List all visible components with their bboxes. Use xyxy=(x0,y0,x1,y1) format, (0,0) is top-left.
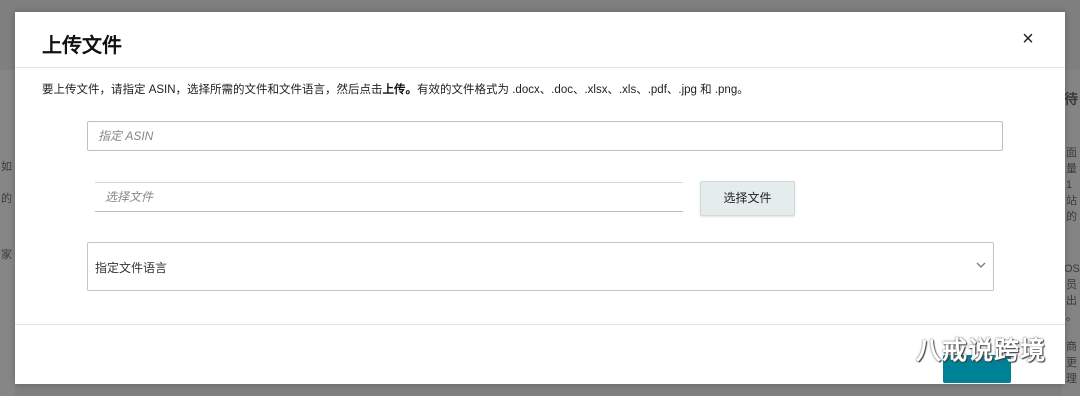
instructions-text: 要上传文件，请指定 ASIN，选择所需的文件和文件语言，然后点击 xyxy=(42,84,383,96)
dialog-header: 上传文件 × xyxy=(15,12,1065,68)
background-left-strip: 如 的 家 xyxy=(0,70,15,396)
watermark: 八戒说跨境 xyxy=(868,332,1046,366)
background-text: 。 xyxy=(1066,311,1077,323)
choose-file-button[interactable]: 选择文件 xyxy=(700,181,795,216)
dialog-title: 上传文件 xyxy=(42,35,122,57)
chevron-down-icon xyxy=(976,262,986,268)
instructions-upload-emphasis: 上传。 xyxy=(382,84,418,96)
background-text: 面 xyxy=(1066,147,1077,159)
background-text: 商 xyxy=(1066,341,1077,353)
file-language-select-value: 指定文件语言 xyxy=(95,261,168,275)
background-text: 待 xyxy=(1064,92,1078,106)
background-text: 1 xyxy=(1066,179,1073,191)
background-text: 的 xyxy=(1,193,12,205)
background-text: 更 xyxy=(1066,357,1077,369)
background-text: OS xyxy=(1064,263,1080,275)
watermark-text: 八戒说跨境 xyxy=(916,336,1047,365)
file-name-field[interactable] xyxy=(95,182,683,212)
background-text: 员 xyxy=(1066,279,1077,291)
close-button[interactable]: × xyxy=(1017,28,1039,50)
file-language-select[interactable]: 指定文件语言 xyxy=(87,242,994,291)
background-text: 量 xyxy=(1066,163,1077,175)
background-text: 如 xyxy=(1,161,12,173)
asin-input[interactable] xyxy=(87,121,1003,151)
background-text: 的 xyxy=(1066,211,1077,223)
background-text: 家 xyxy=(1,249,12,261)
upload-file-dialog: 上传文件 × 要上传文件，请指定 ASIN，选择所需的文件和文件语言，然后点击上… xyxy=(15,12,1065,384)
instructions-formats: 有效的文件格式为 .docx、.doc、.xlsx、.xls、.pdf、.jpg… xyxy=(417,84,749,96)
close-icon: × xyxy=(1022,28,1034,50)
wechat-icon xyxy=(869,335,908,365)
background-text: 出 xyxy=(1066,295,1077,307)
upload-instructions: 要上传文件，请指定 ASIN，选择所需的文件和文件语言，然后点击上传。有效的文件… xyxy=(42,81,749,97)
background-text: 理 xyxy=(1066,373,1077,385)
background-text: 站 xyxy=(1066,195,1077,207)
